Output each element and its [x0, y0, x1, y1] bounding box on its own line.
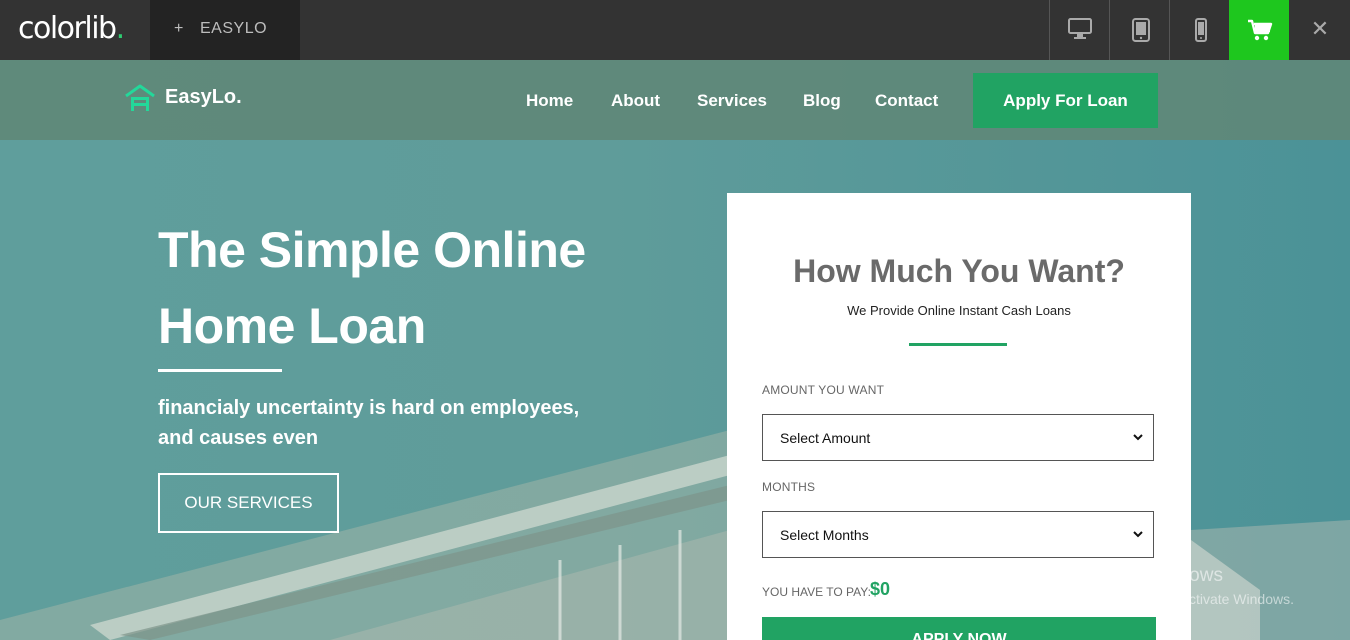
- watermark-line2: Go to Settings to activate Windows.: [1073, 591, 1294, 607]
- nav-link-contact[interactable]: Contact: [875, 91, 938, 111]
- amount-select-value: Select Amount: [780, 430, 871, 446]
- months-label: MONTHS: [762, 480, 816, 494]
- hero-headline-line1: The Simple Online: [158, 222, 586, 278]
- nav-link-home[interactable]: Home: [526, 91, 573, 111]
- cart-icon: [1248, 19, 1273, 41]
- close-icon: ✕: [1310, 16, 1330, 41]
- apply-now-button[interactable]: APPLY NOW: [762, 617, 1156, 640]
- chevron-down-icon: [1133, 434, 1143, 441]
- form-subtitle: We Provide Online Instant Cash Loans: [847, 303, 1071, 318]
- desktop-view-button[interactable]: [1049, 0, 1110, 60]
- mobile-view-button[interactable]: [1169, 0, 1230, 60]
- hero-section: EasyLo. Home About Services Blog Contact…: [0, 60, 1350, 640]
- our-services-button[interactable]: OUR SERVICES: [158, 473, 339, 533]
- form-title: How Much You Want?: [793, 253, 1125, 289]
- tablet-view-button[interactable]: [1109, 0, 1170, 60]
- hero-subtext-line2: and causes even: [158, 427, 319, 449]
- chevron-down-icon: [1133, 531, 1143, 538]
- hero-headline-line2: Home Loan: [158, 298, 426, 354]
- tablet-icon: [1132, 18, 1150, 42]
- hero-headline: The Simple Online Home Loan: [158, 212, 678, 364]
- nav-link-about[interactable]: About: [611, 91, 660, 111]
- mobile-icon: [1195, 18, 1207, 42]
- colorlib-logo[interactable]: colorlib.: [18, 11, 125, 46]
- amount-label: AMOUNT YOU WANT: [762, 383, 885, 397]
- site-navbar: EasyLo. Home About Services Blog Contact…: [0, 60, 1350, 140]
- pay-amount: $0: [870, 579, 891, 599]
- nav-link-blog[interactable]: Blog: [803, 91, 841, 111]
- apply-for-loan-button[interactable]: Apply For Loan: [973, 73, 1158, 128]
- months-select-value: Select Months: [780, 527, 869, 543]
- preview-toolbar: colorlib. + EASYLO ✕: [0, 0, 1350, 60]
- activate-windows-watermark: Activate Windows Go to Settings to activ…: [1073, 565, 1294, 607]
- nav-link-services[interactable]: Services: [697, 91, 767, 111]
- headline-divider: [158, 369, 282, 372]
- close-preview-button[interactable]: ✕: [1290, 0, 1350, 60]
- watermark-line1: Activate Windows: [1073, 565, 1223, 586]
- hero-subtext: financialy uncertainty is hard on employ…: [158, 393, 658, 453]
- brand-name: EasyLo.: [165, 86, 242, 108]
- form-divider: [909, 343, 1007, 346]
- plus-icon: +: [174, 20, 184, 37]
- demo-tab[interactable]: + EASYLO: [150, 0, 300, 60]
- house-icon: [125, 84, 155, 111]
- hero-subtext-line1: financialy uncertainty is hard on employ…: [158, 397, 580, 419]
- months-select[interactable]: Select Months: [762, 511, 1154, 558]
- desktop-icon: [1068, 18, 1092, 39]
- cart-button[interactable]: [1229, 0, 1289, 60]
- pay-label: YOU HAVE TO PAY:: [762, 585, 871, 599]
- demo-tab-label: EASYLO: [200, 20, 268, 37]
- amount-select[interactable]: Select Amount: [762, 414, 1154, 461]
